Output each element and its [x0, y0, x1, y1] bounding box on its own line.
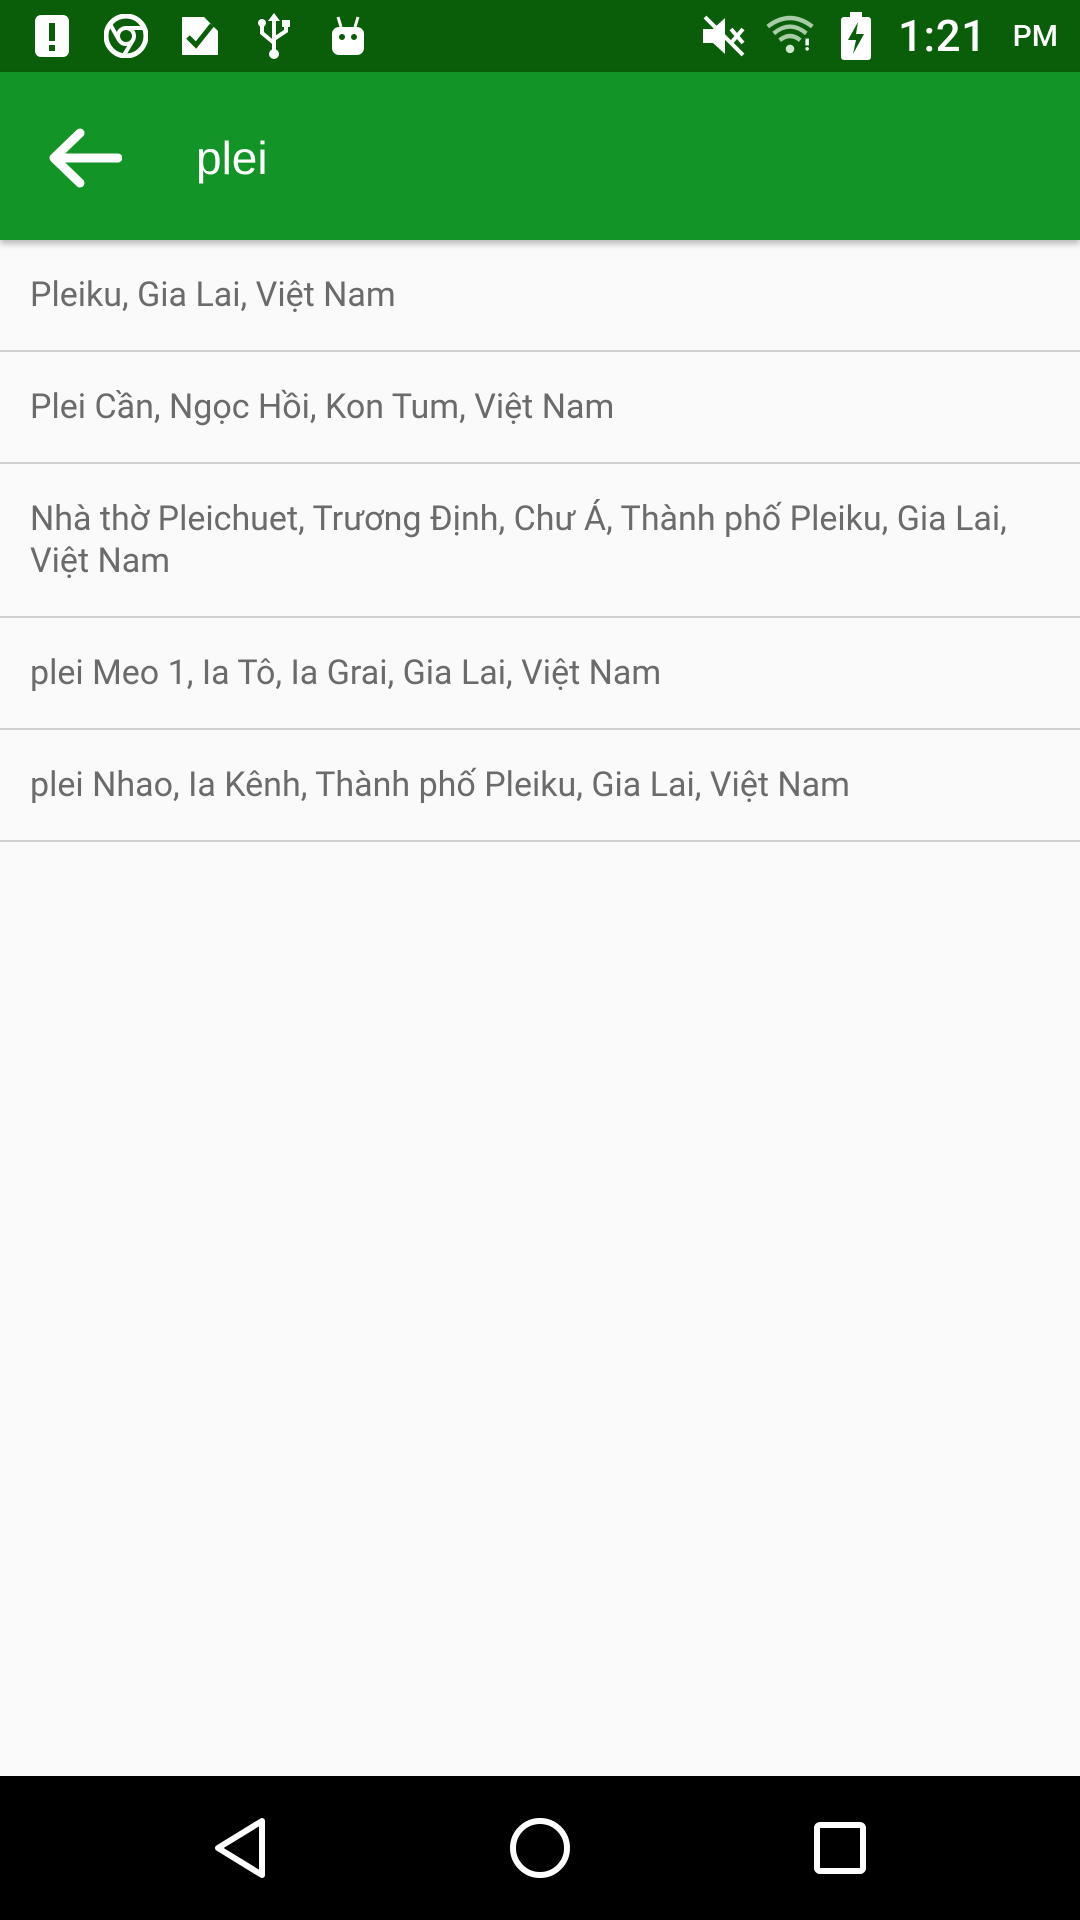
nav-recents-button[interactable]	[796, 1804, 884, 1892]
navigation-bar	[0, 1776, 1080, 1920]
back-button[interactable]	[36, 110, 132, 206]
search-toolbar	[0, 72, 1080, 240]
result-label: plei Nhao, Ia Kênh, Thành phố Pleiku, Gi…	[30, 765, 850, 805]
result-item[interactable]: plei Nhao, Ia Kênh, Thành phố Pleiku, Gi…	[0, 730, 1080, 842]
wifi-icon	[766, 12, 814, 60]
battery-charging-icon	[832, 12, 880, 60]
usb-icon	[250, 12, 298, 60]
result-item[interactable]: Nhà thờ Pleichuet, Trương Định, Chư Á, T…	[0, 464, 1080, 618]
back-triangle-icon	[215, 1818, 265, 1878]
chrome-icon	[102, 12, 150, 60]
result-item[interactable]: Plei Cần, Ngọc Hồi, Kon Tum, Việt Nam	[0, 352, 1080, 464]
nav-home-button[interactable]	[496, 1804, 584, 1892]
result-label: Nhà thờ Pleichuet, Trương Định, Chư Á, T…	[30, 499, 1007, 581]
mute-icon	[700, 12, 748, 60]
clock-ampm: PM	[1012, 18, 1058, 54]
result-label: Pleiku, Gia Lai, Việt Nam	[30, 275, 396, 315]
alert-icon	[28, 12, 76, 60]
arrow-left-icon	[49, 128, 122, 188]
clock-time: 1:21	[897, 10, 987, 62]
result-item[interactable]: plei Meo 1, Ia Tô, Ia Grai, Gia Lai, Việ…	[0, 618, 1080, 730]
search-input[interactable]	[196, 116, 1016, 200]
results-list: Pleiku, Gia Lai, Việt Nam Plei Cần, Ngọc…	[0, 240, 1080, 842]
android-icon	[324, 12, 372, 60]
result-item[interactable]: Pleiku, Gia Lai, Việt Nam	[0, 240, 1080, 352]
download-check-icon	[176, 12, 224, 60]
result-label: plei Meo 1, Ia Tô, Ia Grai, Gia Lai, Việ…	[30, 653, 662, 693]
status-left-icons	[28, 10, 372, 62]
status-right-icons: 1:21 PM	[700, 8, 1058, 64]
home-circle-icon	[510, 1818, 570, 1878]
nav-back-button[interactable]	[196, 1804, 284, 1892]
result-label: Plei Cần, Ngọc Hồi, Kon Tum, Việt Nam	[30, 387, 615, 427]
recents-square-icon	[814, 1822, 866, 1874]
status-bar: 1:21 PM	[0, 0, 1080, 72]
